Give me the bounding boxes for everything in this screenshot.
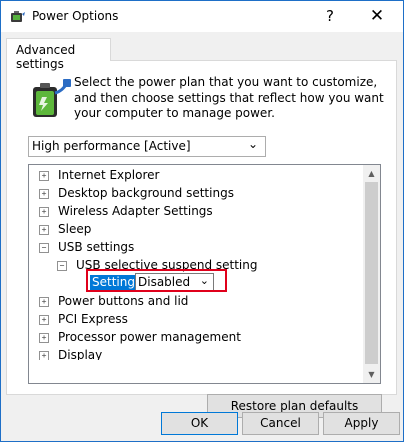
tree-item-label: Desktop background settings <box>58 186 234 200</box>
expand-icon[interactable]: + <box>39 225 49 235</box>
scroll-up-arrow-icon[interactable]: ▲ <box>363 165 380 182</box>
expand-icon[interactable]: + <box>39 315 49 325</box>
highlight-annotation-box <box>86 269 227 292</box>
tab-advanced-settings[interactable]: Advanced settings <box>6 38 111 71</box>
expand-icon[interactable]: + <box>39 351 49 360</box>
power-options-icon <box>11 11 25 22</box>
tree-item-label: Sleep <box>58 222 92 236</box>
tree-item-label: USB settings <box>58 240 135 254</box>
chevron-down-icon: ⌄ <box>247 137 258 151</box>
vertical-scrollbar[interactable]: ▲ ▼ <box>363 165 380 383</box>
tree-item-internet-explorer[interactable]: + Internet Explorer <box>39 166 159 184</box>
tree-item-label: Display <box>58 348 103 360</box>
dialog-client: Advanced settings Select the power plan … <box>1 32 403 441</box>
power-plan-select[interactable]: High performance [Active] ⌄ <box>28 136 266 157</box>
expand-icon[interactable]: + <box>39 189 49 199</box>
power-options-window: Power Options ? ✕ Advanced settings Sele… <box>0 0 404 442</box>
title-bar[interactable]: Power Options ? ✕ <box>1 1 403 32</box>
ok-button[interactable]: OK <box>161 412 238 435</box>
tree-item-processor-power[interactable]: + Processor power management <box>39 328 241 346</box>
tree-item-wireless-adapter[interactable]: + Wireless Adapter Settings <box>39 202 213 220</box>
tree-item-power-buttons[interactable]: + Power buttons and lid <box>39 292 188 310</box>
cancel-button[interactable]: Cancel <box>242 412 319 435</box>
tree-item-label: Power buttons and lid <box>58 294 189 308</box>
apply-button[interactable]: Apply <box>323 412 400 435</box>
help-button[interactable]: ? <box>310 3 350 30</box>
scroll-down-arrow-icon[interactable]: ▼ <box>363 366 380 383</box>
window-title: Power Options <box>32 9 119 23</box>
tree-item-label: Wireless Adapter Settings <box>58 204 213 218</box>
tree-item-label: Internet Explorer <box>58 168 160 182</box>
tree-item-desktop-background[interactable]: + Desktop background settings <box>39 184 234 202</box>
close-button[interactable]: ✕ <box>357 3 397 30</box>
scrollbar-thumb[interactable] <box>365 182 378 364</box>
battery-plug-icon <box>33 79 71 117</box>
expand-icon[interactable]: + <box>39 333 49 343</box>
expand-icon[interactable]: + <box>39 207 49 217</box>
expand-icon[interactable]: + <box>39 297 49 307</box>
tab-label: Advanced settings <box>16 43 76 71</box>
tree-item-usb-settings[interactable]: − USB settings <box>39 238 134 256</box>
collapse-icon[interactable]: − <box>57 261 67 271</box>
advanced-settings-panel: Select the power plan that you want to c… <box>6 60 397 418</box>
tree-item-label: Processor power management <box>58 330 241 344</box>
tree-item-pci-express[interactable]: + PCI Express <box>39 310 128 328</box>
tree-item-label: PCI Express <box>58 312 128 326</box>
collapse-icon[interactable]: − <box>39 243 49 253</box>
tree-item-display[interactable]: + Display <box>39 346 102 360</box>
instructions-text: Select the power plan that you want to c… <box>74 75 384 120</box>
power-plan-value: High performance [Active] <box>32 139 191 153</box>
tree-item-sleep[interactable]: + Sleep <box>39 220 91 238</box>
expand-icon[interactable]: + <box>39 171 49 181</box>
